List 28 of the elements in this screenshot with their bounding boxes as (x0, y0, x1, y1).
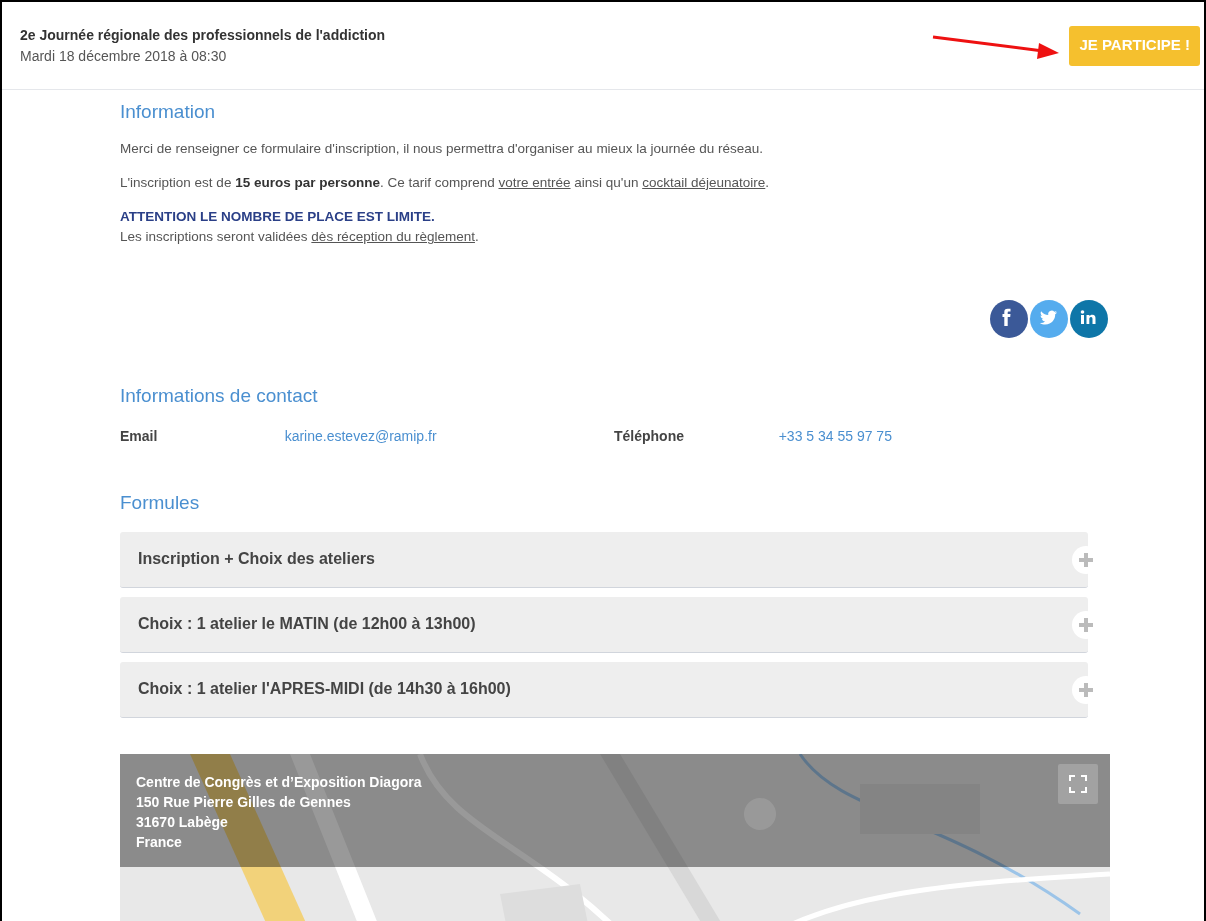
link[interactable]: dès réception du règlement (311, 229, 475, 245)
accordion-title: Choix : 1 atelier le MATIN (de 12h00 à 13h00) (138, 614, 476, 634)
facebook-icon[interactable] (990, 299, 1028, 338)
accordion-title: Inscription + Choix des ateliers (138, 549, 375, 569)
accordion-item[interactable]: Inscription + Choix des ateliers (120, 531, 1088, 588)
section-heading: Information (120, 100, 217, 124)
link[interactable]: cocktail déjeunatoire (642, 174, 766, 190)
paragraph: Merci de renseigner ce formulaire d'inscription, il nous permettra d'organiser au mieux la journée du réseau. (120, 139, 764, 158)
field-label: Téléphone (614, 427, 685, 446)
address-line: Centre de Congrès et d’Exposition Diagora (136, 772, 422, 792)
address-line: France (136, 832, 183, 852)
section-heading: Formules (120, 491, 201, 515)
linkedin-icon[interactable] (1070, 299, 1108, 338)
warning-text: ATTENTION LE NOMBRE DE PLACE EST LIMITE. (120, 208, 436, 226)
accordion-title: Choix : 1 atelier l'APRES-MIDI (de 14h30 à 16h00) (138, 679, 511, 699)
event-title: 2e Journée régionale des professionnels de l'addiction (20, 25, 386, 45)
fullscreen-button[interactable] (1058, 763, 1098, 804)
accordion-item[interactable]: Choix : 1 atelier le MATIN (de 12h00 à 13h00) (120, 596, 1088, 653)
note-text: Les inscriptions seront validées dès réception du règlement. (120, 228, 480, 247)
link[interactable]: votre entrée (498, 174, 571, 190)
contact-link[interactable]: karine.estevez@ramip.fr (284, 426, 614, 447)
field-label: Email (120, 427, 159, 446)
event-date: Mardi 18 décembre 2018 à 08:30 (20, 46, 228, 66)
contact-link[interactable]: +33 5 34 55 97 75 (778, 426, 1108, 447)
fullscreen-icon (1069, 774, 1087, 793)
accordion-item[interactable]: Choix : 1 atelier l'APRES-MIDI (de 14h30 à 16h00) (120, 661, 1088, 718)
section-heading: Informations de contact (120, 383, 319, 408)
paragraph: L'inscription est de 15 euros par personne. Ce tarif comprend votre entrée ainsi qu'un cocktail déjeunatoire. (120, 173, 771, 192)
